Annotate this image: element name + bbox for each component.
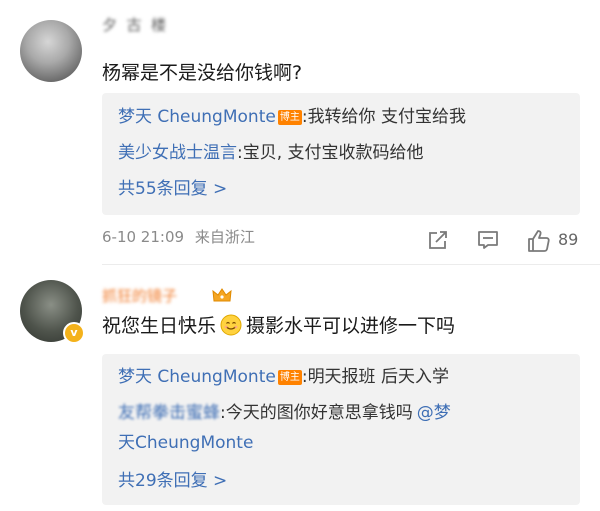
reply-author[interactable]: 美少女战士温言	[118, 143, 237, 163]
like-icon[interactable]	[526, 228, 552, 258]
reply-text: 我转给你 支付宝给我	[307, 107, 466, 127]
comment-meta: 6-10 21:09 来自浙江	[102, 226, 255, 247]
smile-emoji-icon	[220, 314, 242, 336]
share-icon[interactable]	[426, 228, 450, 256]
reply-item: 友帮拳击蜜蜂:今天的图你好意思拿钱吗 @梦	[118, 397, 566, 429]
reply-text: 今天的图你好意思拿钱吗	[225, 403, 413, 423]
comment-text-part: 摄影水平可以进修一下吗	[246, 315, 456, 337]
comment-text: 杨幂是不是没给你钱啊?	[102, 62, 303, 84]
crown-icon	[212, 288, 232, 304]
reply-author[interactable]: 友帮拳击蜜蜂	[118, 403, 220, 423]
comment-item: v 抓狂的镜子 祝您生日快乐 摄影水平可以进修一下吗 梦天 CheungMonte…	[0, 265, 600, 511]
comment-icon[interactable]	[476, 228, 500, 256]
comment-actions: 89	[426, 228, 586, 254]
more-replies-link[interactable]: 共29条回复 >	[118, 465, 227, 497]
comment-username[interactable]: 抓狂的镜子	[102, 285, 177, 306]
reply-item: 梦天 CheungMonte 博主:明天报班 后天入学	[118, 361, 566, 393]
mention-link[interactable]: 天CheungMonte	[118, 433, 253, 453]
comment-text-part: 祝您生日快乐	[102, 315, 217, 337]
mention-link[interactable]: @梦	[417, 403, 451, 423]
reply-item-continuation: 天CheungMonte	[118, 427, 566, 459]
reply-author[interactable]: 梦天 CheungMonte	[118, 367, 276, 387]
reply-item: 梦天 CheungMonte 博主:我转给你 支付宝给我	[118, 101, 566, 133]
host-badge: 博主	[277, 370, 302, 385]
reply-text: 明天报班 后天入学	[307, 367, 449, 387]
reply-box: 梦天 CheungMonte 博主:明天报班 后天入学 友帮拳击蜜蜂:今天的图你好…	[102, 354, 580, 505]
host-badge: 博主	[277, 110, 302, 125]
comment-text: 祝您生日快乐 摄影水平可以进修一下吗	[102, 311, 455, 338]
reply-item: 美少女战士温言:宝贝, 支付宝收款码给他	[118, 137, 566, 169]
comment-item: 夕 古 楼 杨幂是不是没给你钱啊? 梦天 CheungMonte 博主:我转给你 …	[0, 0, 600, 265]
verified-badge-icon: v	[63, 322, 85, 344]
comment-username[interactable]: 夕 古 楼	[102, 14, 166, 35]
avatar[interactable]	[20, 20, 82, 82]
reply-text: 宝贝, 支付宝收款码给他	[242, 143, 424, 163]
reply-author[interactable]: 梦天 CheungMonte	[118, 107, 276, 127]
comment-location: 来自浙江	[194, 228, 255, 246]
more-replies-link[interactable]: 共55条回复 >	[118, 173, 227, 205]
comment-date: 6-10 21:09	[102, 228, 185, 246]
like-count: 89	[558, 230, 579, 249]
reply-box: 梦天 CheungMonte 博主:我转给你 支付宝给我 美少女战士温言:宝贝, …	[102, 93, 580, 215]
